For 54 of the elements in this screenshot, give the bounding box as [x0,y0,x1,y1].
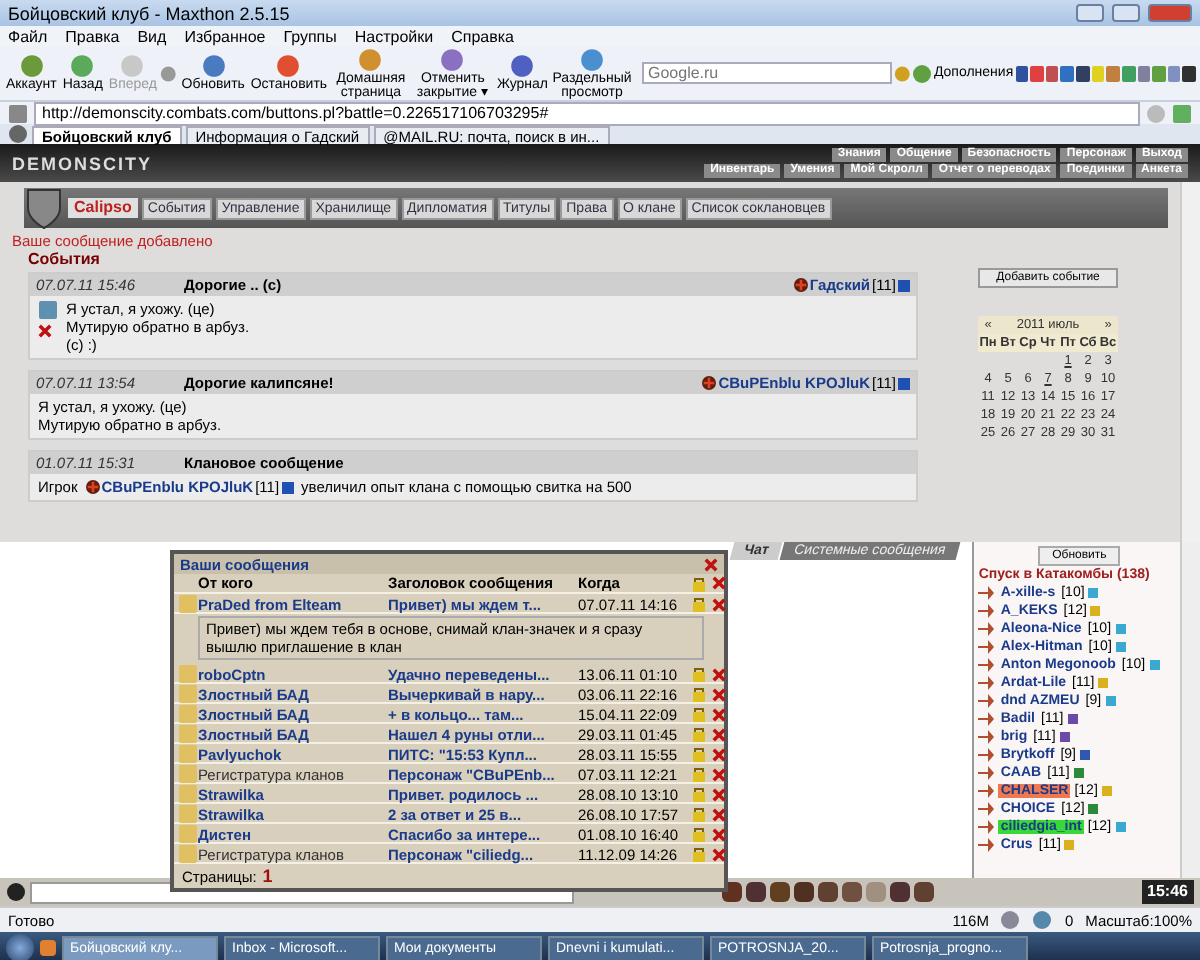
lock-icon[interactable] [692,846,706,862]
menu-item[interactable]: Вид [137,27,167,45]
info-icon[interactable] [898,279,910,291]
window-title: Бойцовский клуб - Maxthon 2.5.15 [8,3,292,23]
cross-emblem-icon [85,480,100,494]
delete-icon[interactable] [712,727,726,741]
delete-icon[interactable] [712,787,726,801]
game-logo: DEMONSCITY [12,153,155,173]
lock-icon[interactable] [692,746,706,762]
delete-icon[interactable] [712,576,726,590]
clan-name[interactable]: Calipso [68,198,138,218]
info-icon[interactable] [281,481,294,493]
close-icon[interactable] [704,557,718,571]
delete-icon[interactable] [712,667,726,681]
lock-icon[interactable] [692,806,706,822]
menu-item[interactable]: Правка [65,27,120,45]
delete-icon[interactable] [712,807,726,821]
lock-icon[interactable] [692,666,706,682]
menu-item[interactable]: Настройки [354,27,434,45]
maximize-button[interactable] [1112,4,1140,22]
lock-icon[interactable] [692,726,706,742]
minimize-button[interactable] [1076,4,1104,22]
delete-icon[interactable] [712,687,726,701]
page-link[interactable]: 1 [262,866,273,886]
lock-icon[interactable] [692,706,706,722]
lock-icon[interactable] [692,826,706,842]
menu-item[interactable]: Группы [283,27,337,45]
address-field[interactable]: http://demonscity.combats.com/buttons.pl?battle=0.226517106703295# [34,101,1140,125]
menu-item[interactable]: Файл [8,27,48,45]
delete-icon[interactable] [712,767,726,781]
lock-icon[interactable] [692,766,706,782]
delete-icon[interactable] [712,707,726,721]
cross-emblem-icon [702,376,717,390]
section-title: События [28,250,102,268]
delete-icon[interactable] [712,597,726,611]
scrollbar[interactable] [1180,542,1200,878]
delete-icon[interactable] [712,847,726,861]
lock-icon[interactable] [692,575,706,591]
quick-launch-icon[interactable] [40,940,56,956]
delete-icon[interactable] [712,747,726,761]
start-button[interactable] [6,934,34,960]
lock-icon[interactable] [692,596,706,612]
search-field[interactable]: Google.ru [642,62,892,84]
scrollbar[interactable] [1180,182,1200,542]
cross-emblem-icon [793,278,808,292]
delete-icon[interactable] [38,324,52,338]
lock-icon[interactable] [692,786,706,802]
menu-item[interactable]: Справка [451,27,515,45]
shield-emblem-icon [24,186,64,230]
delete-icon[interactable] [712,827,726,841]
info-icon[interactable] [898,377,910,389]
game-clock: 15:46 [1141,880,1194,904]
lock-icon[interactable] [692,686,706,702]
menu-item[interactable]: Избранное [184,27,266,45]
